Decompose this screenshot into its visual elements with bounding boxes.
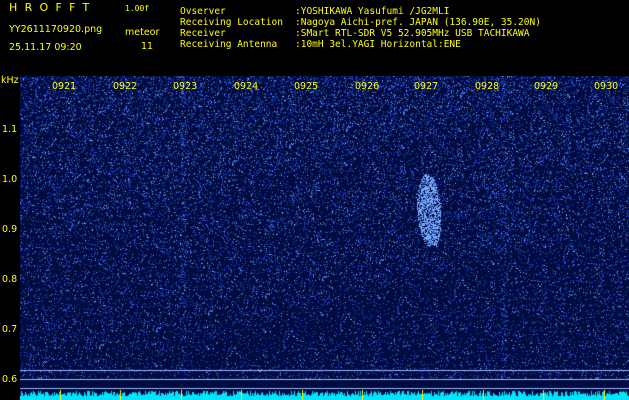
time-tick-label: 0930 <box>594 81 619 92</box>
time-tick-label: 0924 <box>234 81 259 92</box>
time-tick-label: 0927 <box>414 81 439 92</box>
freq-tick-label: 0.6 <box>2 374 18 385</box>
spectrogram <box>20 76 629 400</box>
info-label: Receiving Location <box>180 17 283 28</box>
axis-unit-label: kHz <box>1 75 19 86</box>
app-name: HROFFT <box>9 1 97 14</box>
info-value: :YOSHIKAWA Yasufumi /JG2MLI <box>295 6 450 17</box>
info-value: :10mH 3el.YAGI Horizontal:ENE <box>295 39 461 50</box>
app-version: 1.00f <box>125 4 150 13</box>
info-label: Receiving Antenna <box>180 39 278 50</box>
file-name: YY2611170920.png <box>9 24 103 35</box>
time-tick-label: 0922 <box>113 81 138 92</box>
freq-tick-label: 1.0 <box>2 174 18 185</box>
time-tick-label: 0929 <box>534 81 559 92</box>
info-label: Receiver <box>180 28 226 39</box>
meteor-count: 11 <box>141 41 154 52</box>
time-tick-label: 0928 <box>475 81 500 92</box>
capture-datetime: 25.11.17 09:20 <box>9 42 82 53</box>
time-tick-label: 0923 <box>173 81 198 92</box>
time-tick-label: 0926 <box>355 81 380 92</box>
info-value: :SMart RTL-SDR V5 52.905MHz USB TACHIKAW… <box>295 28 530 39</box>
freq-tick-label: 1.1 <box>2 124 18 135</box>
info-value: :Nagoya Aichi-pref. JAPAN (136.90E, 35.2… <box>295 17 541 28</box>
freq-tick-label: 0.8 <box>2 274 18 285</box>
info-label: Ovserver <box>180 6 226 17</box>
meteor-label: meteor <box>125 27 160 38</box>
header-panel: HROFFT 1.00f YY2611170920.png 25.11.17 0… <box>0 0 629 76</box>
freq-tick-label: 0.9 <box>2 224 18 235</box>
freq-tick-label: 0.7 <box>2 324 18 335</box>
time-tick-label: 0921 <box>52 81 77 92</box>
time-tick-label: 0925 <box>294 81 319 92</box>
